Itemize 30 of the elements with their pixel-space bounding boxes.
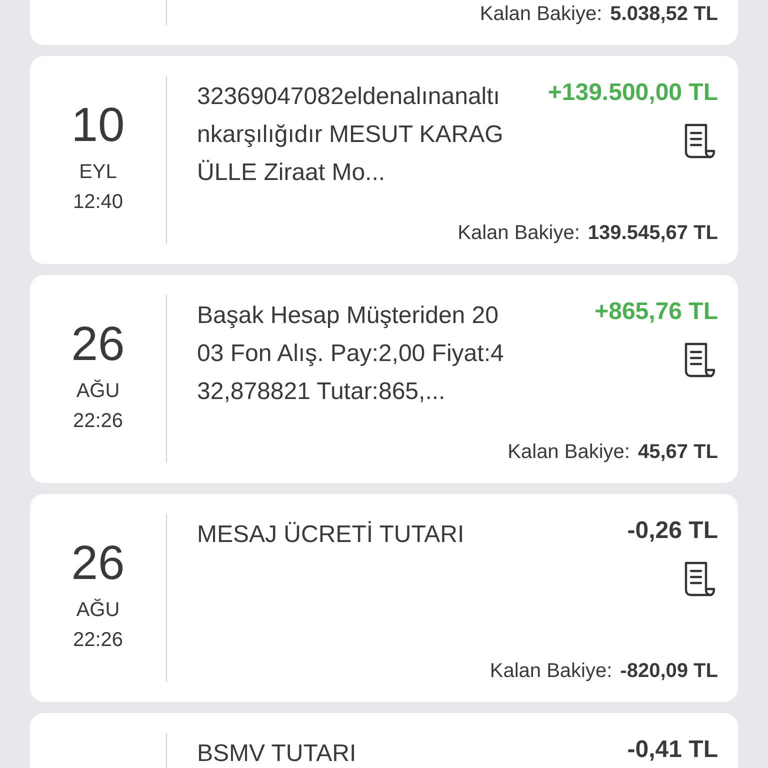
date-day: 10 xyxy=(71,100,125,152)
transaction-amount: +139.500,00 TL xyxy=(548,78,718,108)
transaction-description: 32369047082eldenalınanaltınkarşılığıdır MESUT KARAGÜLLE Ziraat Mo... xyxy=(197,82,504,188)
date-day: 26 xyxy=(71,319,125,371)
transaction-card[interactable]: BSMV TUTARI -0,41 TL xyxy=(30,713,738,768)
date-month: AĞU xyxy=(76,598,120,623)
transaction-card[interactable]: 26 AĞU 22:26 Başak Hesap Müşteriden 2003 Fon Alış. Pay:2,00 Fiyat:432,878821 Tutar:865,... +865,76 TL Kalan Bakiye: 45,67 TL xyxy=(30,275,738,483)
balance-label: Kalan Bakiye: xyxy=(508,440,630,465)
transaction-amount: -0,41 TL xyxy=(627,735,718,765)
transaction-card[interactable]: 10 EYL 12:40 32369047082eldenalınanaltınkarşılığıdır MESUT KARAGÜLLE Ziraat Mo... +139.500,00 TL Kalan Bakiye: 139.545,67 TL xyxy=(30,56,738,264)
date-month: AĞU xyxy=(76,378,120,404)
transaction-description: Başak Hesap Müşteriden 2003 Fon Alış. Pay:2,00 Fiyat:432,878821 Tutar:865,... xyxy=(197,301,505,407)
date-month: EYL xyxy=(79,160,117,185)
date-day: 26 xyxy=(71,538,125,590)
balance-label: Kalan Bakiye: xyxy=(480,2,602,27)
transaction-time: 12:40 xyxy=(72,190,124,215)
balance-amount: -820,09 TL xyxy=(620,659,718,684)
transaction-description: BSMV TUTARI xyxy=(197,739,358,768)
transaction-amount: +865,76 TL xyxy=(594,297,718,327)
balance-label: Kalan Bakiye: xyxy=(490,659,612,684)
balance-amount: 5.038,52 TL xyxy=(610,2,718,27)
transaction-time: 22:26 xyxy=(72,409,124,434)
transaction-card[interactable]: Kalan Bakiye: 5.038,52 TL xyxy=(30,0,738,45)
transaction-description: MESAJ ÜCRETİ TUTARI xyxy=(197,520,466,550)
balance-amount: 139.545,67 TL xyxy=(588,221,718,246)
transaction-time: 22:26 xyxy=(72,628,124,653)
transaction-card[interactable]: 26 AĞU 22:26 MESAJ ÜCRETİ TUTARI -0,26 TL Kalan Bakiye: -820,09 TL xyxy=(30,494,738,702)
balance-amount: 45,67 TL xyxy=(638,440,718,465)
transaction-amount: -0,26 TL xyxy=(627,516,718,546)
balance-label: Kalan Bakiye: xyxy=(458,221,580,246)
